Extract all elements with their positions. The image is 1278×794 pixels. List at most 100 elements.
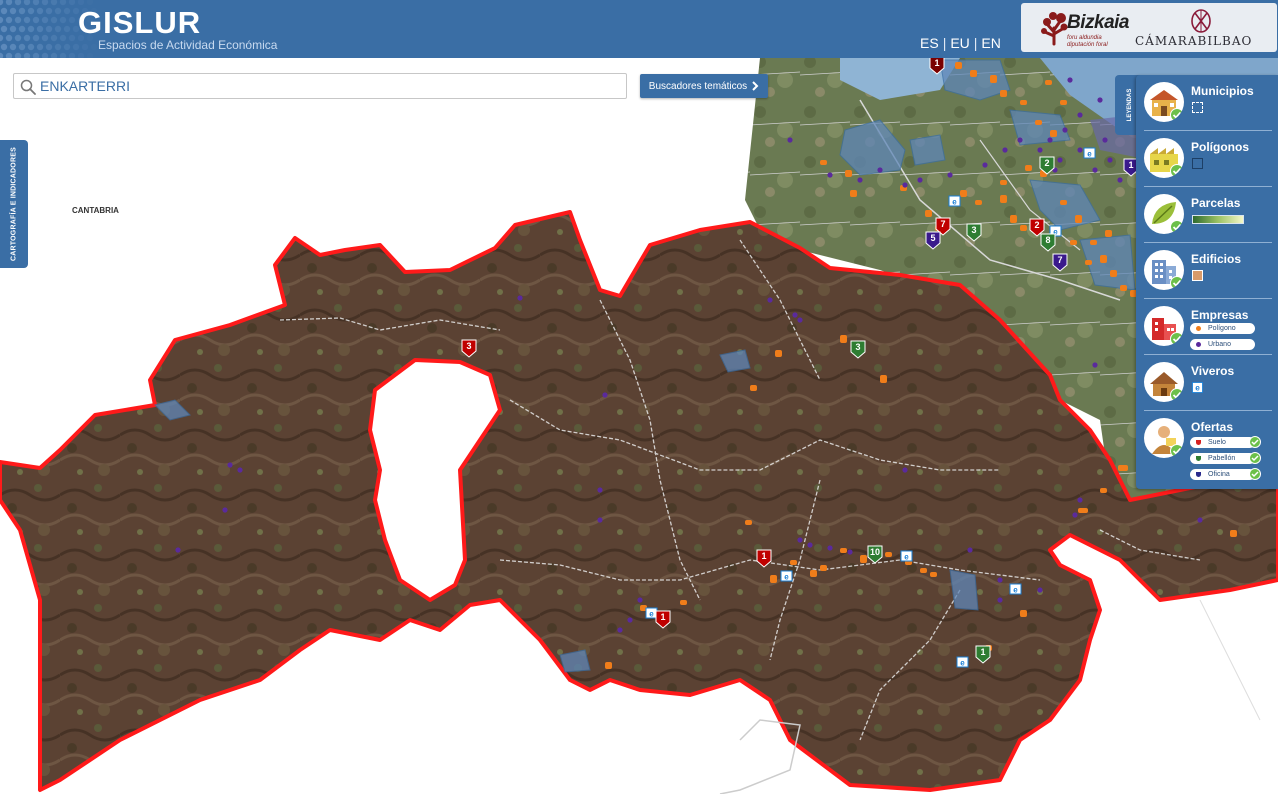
empresa-poligono-marker: [750, 385, 757, 391]
lang-separator: |: [973, 35, 978, 51]
legend-label-municipios: Municipios: [1191, 84, 1254, 98]
ofertas-suelo-pill[interactable]: Suelo: [1190, 436, 1261, 448]
legend-item-poligonos[interactable]: Polígonos: [1144, 131, 1272, 187]
offer-marker-number: 2: [1034, 220, 1039, 230]
vivero-marker[interactable]: e: [1083, 147, 1096, 159]
empresa-poligono-marker: [820, 565, 827, 571]
empresa-urbano-marker: [627, 617, 633, 623]
empresa-poligono-marker: [885, 552, 892, 557]
svg-text:e: e: [904, 553, 909, 562]
lang-eu[interactable]: EU: [950, 35, 969, 51]
vivero-marker[interactable]: e: [645, 607, 658, 619]
offer-marker-number: 8: [1045, 235, 1050, 245]
legend-item-empresas[interactable]: Empresas Polígono Urbano: [1144, 299, 1272, 355]
empresa-urbano-marker: [1097, 97, 1103, 103]
empresa-poligono-marker: [1045, 80, 1052, 85]
legend-label-viveros: Viveros: [1191, 364, 1235, 378]
empresa-poligono-marker: [680, 600, 687, 605]
vivero-marker[interactable]: e: [780, 570, 793, 582]
empresa-poligono-marker: [955, 62, 962, 69]
offer-marker-number: 1: [761, 551, 766, 561]
checked-icon: [1170, 164, 1184, 178]
offer-marker-number: 3: [855, 342, 860, 352]
buscadores-tematicos-button[interactable]: Buscadores temáticos: [640, 74, 768, 98]
checked-icon: [1170, 388, 1184, 402]
empresa-urbano-marker: [1077, 147, 1083, 153]
vivero-marker[interactable]: e: [900, 550, 913, 562]
empresa-urbano-marker: [1072, 512, 1078, 518]
partner-logos: Bizkaia foru aldundia diputación foral C…: [1021, 3, 1277, 52]
offer-marker-number: 3: [971, 225, 976, 235]
legend-item-edificios[interactable]: Edificios: [1144, 243, 1272, 299]
oficina-marker-icon: [1196, 472, 1201, 477]
empresa-poligono-marker: [860, 555, 867, 563]
nursery-hut-icon: [1144, 362, 1184, 402]
poligono-dot-icon: [1196, 326, 1201, 331]
lang-es[interactable]: ES: [920, 35, 939, 51]
cartografia-indicadores-tab[interactable]: CARTOGRAFÍA E INDICADORES: [0, 140, 28, 268]
empresa-urbano-marker: [807, 542, 813, 548]
checked-icon: [1249, 452, 1261, 464]
svg-text:e: e: [952, 198, 957, 207]
legend-item-ofertas[interactable]: Ofertas Suelo Pabellón Oficina: [1144, 411, 1272, 489]
empresa-urbano-marker: [227, 462, 233, 468]
map-canvas[interactable]: eeeeeeee 1 2 7 5 3 2 8 7 1 3 3 1 10 1 1: [0, 58, 1278, 794]
camara-bilbao-logo[interactable]: CÁMARABILBAO: [1131, 7, 1271, 49]
empresa-poligono-marker: [1070, 240, 1077, 245]
empresa-poligono-marker: [605, 662, 612, 669]
company-building-icon: [1144, 306, 1184, 346]
lang-separator: |: [942, 35, 947, 51]
lang-en[interactable]: EN: [981, 35, 1000, 51]
empresa-urbano-marker: [1017, 137, 1023, 143]
legend-item-municipios[interactable]: Municipios: [1144, 75, 1272, 131]
empresa-poligono-marker: [1000, 195, 1007, 203]
empresa-urbano-marker: [617, 627, 623, 633]
legend-label-edificios: Edificios: [1191, 252, 1242, 266]
empresa-urbano-marker: [237, 467, 243, 473]
vivero-marker[interactable]: e: [948, 195, 961, 207]
search-icon[interactable]: [20, 79, 36, 95]
svg-text:e: e: [1087, 150, 1092, 159]
offer-marker-number: 3: [466, 341, 471, 351]
empresas-urbano-pill[interactable]: Urbano: [1190, 339, 1255, 350]
ofertas-pabellon-pill[interactable]: Pabellón: [1190, 452, 1261, 464]
empresa-poligono-marker: [1020, 100, 1027, 105]
vivero-marker[interactable]: e: [956, 656, 969, 668]
empresa-poligono-marker: [840, 548, 847, 553]
empresa-poligono-marker: [845, 170, 852, 177]
empresa-urbano-marker: [1197, 517, 1203, 523]
checked-icon: [1249, 436, 1261, 448]
app-title[interactable]: GISLUR: [78, 5, 201, 41]
legend-item-parcelas[interactable]: Parcelas: [1144, 187, 1272, 243]
camara-emblem-icon: [1191, 9, 1211, 33]
empresa-poligono-marker: [1078, 508, 1088, 513]
legend-label-empresas: Empresas: [1191, 308, 1249, 322]
town-hall-icon: [1144, 82, 1184, 122]
empresa-urbano-marker: [1077, 112, 1083, 118]
ofertas-pabellon-label: Pabellón: [1208, 455, 1236, 462]
search-input[interactable]: [40, 77, 620, 95]
empresa-poligono-marker: [810, 570, 817, 577]
empresas-poligono-label: Polígono: [1208, 325, 1236, 332]
bizkaia-logo-text: Bizkaia: [1067, 12, 1129, 33]
municipios-swatch: [1192, 102, 1203, 113]
empresa-poligono-marker: [925, 210, 932, 217]
empresa-poligono-marker: [1020, 610, 1027, 617]
leaf-icon: [1144, 194, 1184, 234]
legend-item-viveros[interactable]: Viveros e: [1144, 355, 1272, 411]
empresa-urbano-marker: [827, 172, 833, 178]
offer-marker-number: 5: [930, 233, 935, 243]
empresa-urbano-marker: [602, 392, 608, 398]
bizkaia-tagline: foru aldundia diputación foral: [1067, 35, 1108, 48]
legend-panel: LEYENDAS Municipios Polígonos Parcelas E…: [1115, 75, 1278, 489]
empresa-poligono-marker: [960, 190, 967, 197]
vivero-marker[interactable]: e: [1009, 583, 1022, 595]
empresa-urbano-marker: [175, 547, 181, 553]
map-basemap[interactable]: eeeeeeee 12753 28713 31 1011: [0, 58, 1278, 794]
vivero-e-icon: e: [1192, 382, 1203, 393]
empresa-urbano-marker: [597, 517, 603, 523]
factory-icon: [1144, 138, 1184, 178]
ofertas-oficina-pill[interactable]: Oficina: [1190, 468, 1261, 480]
empresas-poligono-pill[interactable]: Polígono: [1190, 323, 1255, 334]
ofertas-suelo-label: Suelo: [1208, 439, 1226, 446]
